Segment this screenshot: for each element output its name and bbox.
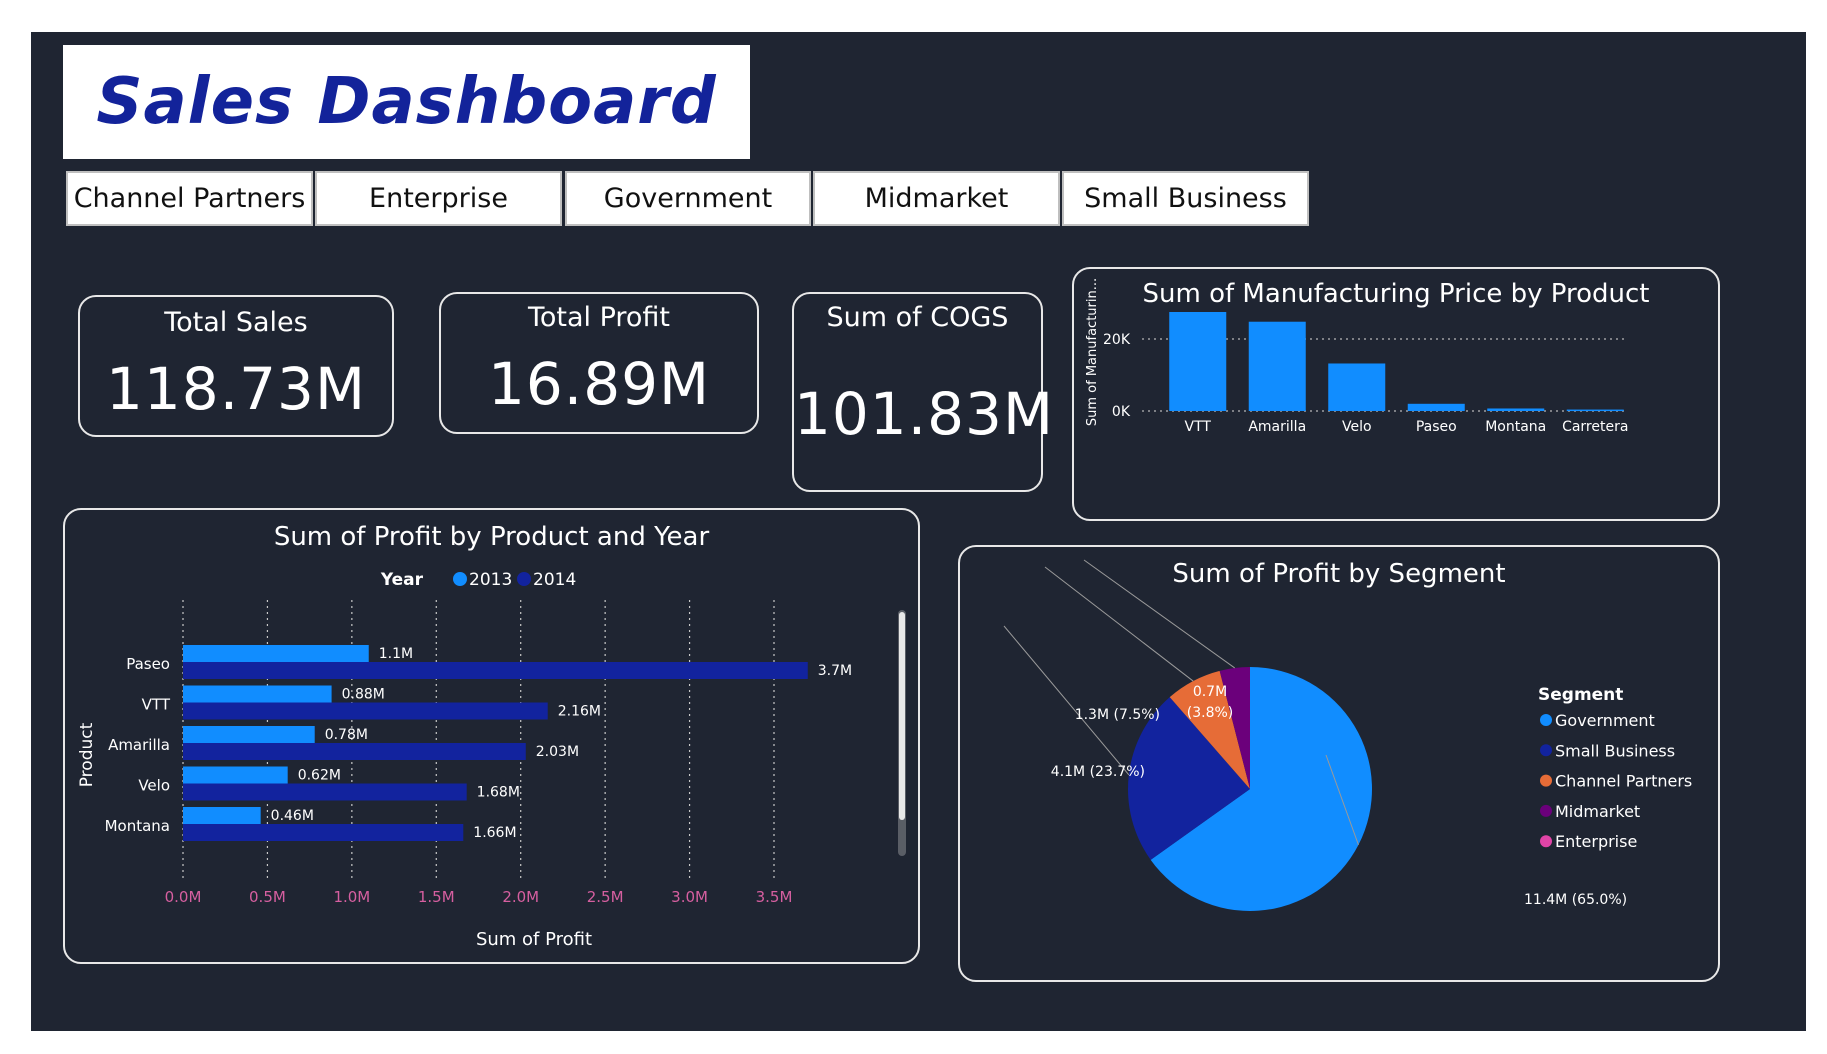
total-profit-card: Total Profit 16.89M bbox=[439, 292, 759, 434]
pie-leader-line bbox=[1044, 566, 1194, 682]
legend-2013-label: 2013 bbox=[469, 570, 512, 590]
legend-label-channel-partners[interactable]: Channel Partners bbox=[1555, 772, 1692, 791]
profit-bar-montana-2014[interactable] bbox=[183, 824, 464, 841]
mfg-x-tick-label: Amarilla bbox=[1248, 419, 1306, 435]
profit-x-tick-label: 2.0M bbox=[502, 888, 539, 906]
mfg-x-tick-label: VTT bbox=[1185, 419, 1212, 435]
pie-label-group-small-business: 4.1M (23.7%) bbox=[1003, 625, 1145, 780]
total-profit-value: 16.89M bbox=[487, 350, 711, 418]
profit-x-tick-label: 0.5M bbox=[249, 888, 286, 906]
year-legend-title: Year bbox=[380, 570, 424, 590]
profit-data-label: 0.46M bbox=[271, 808, 314, 824]
slicer-small-business[interactable]: Small Business bbox=[1062, 171, 1309, 226]
legend-marker-government bbox=[1540, 714, 1552, 726]
legend-label-government[interactable]: Government bbox=[1555, 711, 1655, 730]
profit-data-label: 0.62M bbox=[298, 768, 341, 784]
mfg-bar-montana[interactable] bbox=[1487, 408, 1545, 411]
legend-marker-enterprise bbox=[1540, 835, 1552, 848]
slicer-enterprise[interactable]: Enterprise bbox=[315, 171, 562, 226]
pie-data-label: 11.4M (65.0%) bbox=[1524, 892, 1627, 908]
pie-data-label: 0.7M bbox=[1193, 684, 1227, 700]
profit-data-label: 3.7M bbox=[818, 663, 852, 679]
profit-x-tick-label: 2.5M bbox=[587, 888, 624, 906]
chart-scrollbar-thumb[interactable] bbox=[899, 612, 905, 820]
profit-product-year-chart: Year 2013 2014 Product Sum of Profit 0.0… bbox=[77, 570, 906, 950]
mfg-x-tick-label: Carretera bbox=[1562, 419, 1628, 435]
legend-marker-midmarket bbox=[1540, 804, 1552, 817]
profit-bar-velo-2013[interactable] bbox=[183, 766, 288, 784]
mfg-y-axis-label: Sum of Manufacturin... bbox=[1085, 278, 1100, 426]
manufacturing-price-chart: Sum of Manufacturin... 0K 20K VTT Amarilla V… bbox=[1085, 278, 1628, 435]
total-sales-card: Total Sales 118.73M bbox=[78, 295, 394, 437]
mfg-y-tick-label: 0K bbox=[1112, 404, 1131, 420]
profit-axis-label: Sum of Profit bbox=[476, 929, 592, 950]
profit-bar-amarilla-2013[interactable] bbox=[183, 726, 315, 743]
title-banner: Sales Dashboard bbox=[63, 45, 750, 159]
cogs-value: 101.83M bbox=[794, 380, 1054, 448]
mfg-bar-paseo[interactable] bbox=[1407, 403, 1465, 411]
profit-data-label: 0.78M bbox=[325, 727, 368, 743]
profit-x-tick-label: 3.0M bbox=[671, 888, 708, 906]
profit-bar-amarilla-2014[interactable] bbox=[183, 743, 526, 760]
mfg-x-tick-label: Velo bbox=[1342, 419, 1372, 435]
slicer-government[interactable]: Government bbox=[565, 171, 811, 226]
profit-data-label: 0.88M bbox=[342, 687, 385, 703]
profit-data-label: 2.16M bbox=[558, 704, 601, 720]
legend-label-enterprise[interactable]: Enterprise bbox=[1555, 832, 1637, 851]
pie-data-label: 4.1M (23.7%) bbox=[1051, 764, 1145, 780]
total-profit-label: Total Profit bbox=[527, 302, 671, 333]
mfg-bar-carretera[interactable] bbox=[1566, 409, 1624, 412]
mfg-bar-amarilla[interactable] bbox=[1248, 321, 1306, 411]
profit-y-tick-label: Montana bbox=[105, 817, 170, 835]
profit-bar-vtt-2014[interactable] bbox=[183, 702, 548, 720]
profit-data-label: 1.1M bbox=[379, 646, 413, 662]
profit-bar-vtt-2013[interactable] bbox=[183, 685, 332, 703]
profit-y-tick-label: Amarilla bbox=[108, 736, 170, 754]
profit-data-label: 2.03M bbox=[536, 744, 579, 760]
slicer-midmarket[interactable]: Midmarket bbox=[813, 171, 1060, 226]
mfg-x-tick-label: Montana bbox=[1485, 419, 1546, 435]
profit-y-tick-label: Velo bbox=[138, 777, 170, 795]
profit-bar-paseo-2013[interactable] bbox=[183, 645, 369, 662]
cogs-label: Sum of COGS bbox=[826, 302, 1009, 333]
segment-legend-title: Segment bbox=[1538, 685, 1623, 705]
legend-2013-marker bbox=[453, 572, 467, 586]
pie-data-label: 1.3M (7.5%) bbox=[1075, 707, 1160, 723]
pie-data-label: (3.8%) bbox=[1187, 705, 1234, 721]
mfg-bar-vtt[interactable] bbox=[1169, 312, 1227, 411]
profit-x-tick-label: 1.0M bbox=[333, 888, 370, 906]
mfg-x-tick-label: Paseo bbox=[1416, 419, 1457, 435]
total-sales-label: Total Sales bbox=[164, 307, 308, 338]
profit-x-tick-label: 1.5M bbox=[418, 888, 455, 906]
slicer-channel-partners[interactable]: Channel Partners bbox=[66, 171, 313, 226]
profit-bar-velo-2014[interactable] bbox=[183, 783, 467, 801]
product-axis-label: Product bbox=[77, 722, 97, 787]
total-sales-value: 118.73M bbox=[106, 355, 366, 423]
legend-label-small-business[interactable]: Small Business bbox=[1555, 741, 1675, 760]
mfg-bar-velo[interactable] bbox=[1328, 363, 1386, 411]
profit-data-label: 1.68M bbox=[477, 785, 520, 801]
pie-label-group-midmarket: 0.7M (3.8%) bbox=[1083, 559, 1236, 721]
mfg-y-tick-label: 20K bbox=[1103, 332, 1131, 348]
profit-y-tick-label: Paseo bbox=[126, 655, 170, 673]
profit-y-tick-label: VTT bbox=[142, 696, 171, 714]
profit-bar-montana-2013[interactable] bbox=[183, 807, 261, 824]
cogs-card: Sum of COGS 101.83M bbox=[792, 292, 1054, 492]
profit-segment-chart: Segment 11.4M (65.0%) 4.1M (23.7%) 1.3M (7… bbox=[1003, 559, 1692, 911]
legend-2014-marker bbox=[517, 572, 531, 586]
profit-x-tick-label: 0.0M bbox=[165, 888, 202, 906]
legend-2014-label: 2014 bbox=[533, 570, 576, 590]
profit-bar-paseo-2014[interactable] bbox=[183, 662, 808, 679]
pie-leader-line bbox=[1003, 625, 1130, 776]
legend-marker-channel-partners bbox=[1540, 774, 1552, 787]
legend-label-midmarket[interactable]: Midmarket bbox=[1555, 802, 1640, 821]
profit-x-tick-label: 3.5M bbox=[756, 888, 793, 906]
profit-data-label: 1.66M bbox=[473, 825, 516, 841]
legend-marker-small-business bbox=[1540, 744, 1552, 757]
dashboard-title: Sales Dashboard bbox=[96, 65, 717, 139]
